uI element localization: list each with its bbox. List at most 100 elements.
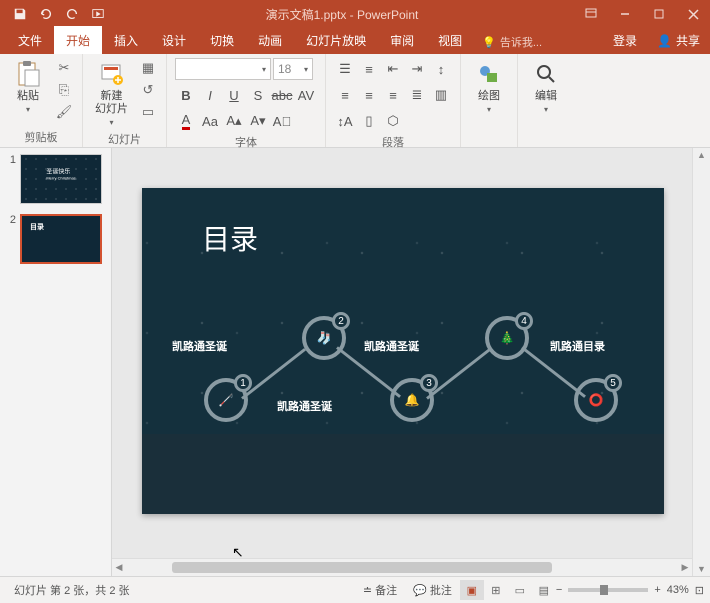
tab-view[interactable]: 视图 bbox=[426, 26, 474, 54]
layout-button[interactable]: ▦ bbox=[138, 58, 158, 78]
tab-insert[interactable]: 插入 bbox=[102, 26, 150, 54]
node-2[interactable]: 🧦 2 bbox=[302, 316, 346, 360]
tab-file[interactable]: 文件 bbox=[6, 26, 54, 54]
editing-button[interactable]: 编辑 ▾ bbox=[526, 58, 566, 116]
node-label-2[interactable]: 凯路通圣诞 bbox=[277, 398, 332, 414]
justify-button[interactable]: ≣ bbox=[406, 84, 428, 106]
bullets-button[interactable]: ☰ bbox=[334, 58, 356, 80]
minimize-button[interactable] bbox=[608, 0, 642, 28]
decrease-font-button[interactable]: A▾ bbox=[247, 110, 269, 132]
columns-button[interactable]: ▥ bbox=[430, 84, 452, 106]
comments-button[interactable]: 💬 批注 bbox=[405, 582, 460, 598]
horizontal-scrollbar[interactable]: ◀ ▶ bbox=[112, 558, 692, 576]
align-center-button[interactable]: ≡ bbox=[358, 84, 380, 106]
text-direction-button[interactable]: ↕A bbox=[334, 110, 356, 132]
share-button[interactable]: 👤共享 bbox=[647, 26, 710, 54]
node-label-4[interactable]: 凯路通目录 bbox=[550, 338, 605, 354]
increase-indent-button[interactable]: ⇥ bbox=[406, 58, 428, 80]
scroll-down-button[interactable]: ▼ bbox=[693, 562, 710, 576]
window-controls bbox=[574, 0, 710, 28]
save-button[interactable] bbox=[8, 3, 32, 25]
tab-design[interactable]: 设计 bbox=[150, 26, 198, 54]
section-button[interactable]: ▭ bbox=[138, 102, 158, 122]
slide-thumbnail-2[interactable]: 2 目录 bbox=[4, 214, 107, 264]
tell-me-button[interactable]: 💡告诉我... bbox=[474, 34, 550, 54]
align-left-button[interactable]: ≡ bbox=[334, 84, 356, 106]
increase-font-button[interactable]: A▴ bbox=[223, 110, 245, 132]
align-text-button[interactable]: ▯ bbox=[358, 110, 380, 132]
scroll-up-button[interactable]: ▲ bbox=[693, 148, 710, 162]
thumbnail-panel: 1 圣诞快乐Merry Christmas 2 目录 bbox=[0, 148, 112, 576]
close-button[interactable] bbox=[676, 0, 710, 28]
slide-title[interactable]: 目录 bbox=[202, 218, 258, 258]
line-spacing-button[interactable]: ↕ bbox=[430, 58, 452, 80]
font-color-button[interactable]: A bbox=[175, 110, 197, 132]
reset-button[interactable]: ↺ bbox=[138, 80, 158, 100]
zoom-level[interactable]: 43% bbox=[667, 584, 689, 596]
start-from-beginning-button[interactable] bbox=[86, 3, 110, 25]
vertical-scrollbar[interactable]: ▲ ▼ bbox=[692, 148, 710, 576]
node-label-1[interactable]: 凯路通圣诞 bbox=[172, 338, 227, 354]
undo-button[interactable] bbox=[34, 3, 58, 25]
ribbon-options-button[interactable] bbox=[574, 0, 608, 28]
scroll-right-button[interactable]: ▶ bbox=[678, 559, 692, 576]
paste-button[interactable]: 粘贴 ▾ bbox=[8, 58, 48, 116]
reading-view-button[interactable]: ▭ bbox=[508, 580, 532, 600]
smartart-button[interactable]: ⬡ bbox=[382, 110, 404, 132]
lightbulb-icon: 💡 bbox=[482, 36, 496, 49]
node-3[interactable]: 🔔 3 bbox=[390, 378, 434, 422]
maximize-button[interactable] bbox=[642, 0, 676, 28]
copy-button[interactable]: ⎘ bbox=[54, 80, 74, 100]
group-label: 幻灯片 bbox=[91, 129, 158, 147]
slide-canvas-area[interactable]: 目录 🦯 1 🧦 2 🔔 3 🎄 4 bbox=[112, 148, 710, 576]
clear-formatting-button[interactable]: A⃠ bbox=[271, 110, 293, 132]
zoom-out-button[interactable]: − bbox=[556, 584, 562, 596]
slideshow-view-button[interactable]: ▤ bbox=[532, 580, 556, 600]
slide[interactable]: 目录 🦯 1 🧦 2 🔔 3 🎄 4 bbox=[142, 188, 664, 514]
status-bar: 幻灯片 第 2 张，共 2 张 ≐ 备注 💬 批注 ▣ ⊞ ▭ ▤ − + 43… bbox=[0, 576, 710, 603]
zoom-slider[interactable] bbox=[568, 588, 648, 592]
notes-button[interactable]: ≐ 备注 bbox=[355, 582, 405, 598]
node-1[interactable]: 🦯 1 bbox=[204, 378, 248, 422]
italic-button[interactable]: I bbox=[199, 84, 221, 106]
zoom-in-button[interactable]: + bbox=[654, 584, 660, 596]
font-name-combo[interactable]: ▾ bbox=[175, 58, 271, 80]
node-4[interactable]: 🎄 4 bbox=[485, 316, 529, 360]
scroll-thumb[interactable] bbox=[172, 562, 552, 573]
normal-view-button[interactable]: ▣ bbox=[460, 580, 484, 600]
node-label-3[interactable]: 凯路通圣诞 bbox=[364, 338, 419, 354]
tab-transition[interactable]: 切换 bbox=[198, 26, 246, 54]
bold-button[interactable]: B bbox=[175, 84, 197, 106]
underline-button[interactable]: U bbox=[223, 84, 245, 106]
tab-slideshow[interactable]: 幻灯片放映 bbox=[294, 26, 378, 54]
format-painter-button[interactable]: 🖌 bbox=[54, 102, 74, 122]
quick-access-toolbar bbox=[0, 3, 110, 25]
character-spacing-button[interactable]: AV bbox=[295, 84, 317, 106]
redo-button[interactable] bbox=[60, 3, 84, 25]
new-slide-button[interactable]: 新建 幻灯片 ▾ bbox=[91, 58, 132, 129]
fit-to-window-button[interactable]: ⊡ bbox=[695, 584, 704, 597]
font-size-combo[interactable]: 18▾ bbox=[273, 58, 313, 80]
sorter-view-button[interactable]: ⊞ bbox=[484, 580, 508, 600]
login-button[interactable]: 登录 bbox=[603, 26, 647, 54]
slide-thumbnail-1[interactable]: 1 圣诞快乐Merry Christmas bbox=[4, 154, 107, 204]
group-drawing: 绘图 ▾ bbox=[461, 54, 518, 147]
tab-home[interactable]: 开始 bbox=[54, 26, 102, 54]
tab-animation[interactable]: 动画 bbox=[246, 26, 294, 54]
strikethrough-button[interactable]: abc bbox=[271, 84, 293, 106]
group-slides: 新建 幻灯片 ▾ ▦ ↺ ▭ 幻灯片 bbox=[83, 54, 167, 147]
align-right-button[interactable]: ≡ bbox=[382, 84, 404, 106]
tab-review[interactable]: 审阅 bbox=[378, 26, 426, 54]
cut-button[interactable]: ✂ bbox=[54, 58, 74, 78]
shadow-button[interactable]: S bbox=[247, 84, 269, 106]
bell-icon: 🔔 bbox=[405, 393, 420, 407]
slide-counter[interactable]: 幻灯片 第 2 张，共 2 张 bbox=[6, 582, 138, 598]
node-5[interactable]: ⭕ 5 bbox=[574, 378, 618, 422]
group-font: ▾ 18▾ B I U S abc AV A Aa A▴ A▾ A⃠ bbox=[167, 54, 326, 147]
change-case-button[interactable]: Aa bbox=[199, 110, 221, 132]
decrease-indent-button[interactable]: ⇤ bbox=[382, 58, 404, 80]
scroll-left-button[interactable]: ◀ bbox=[112, 559, 126, 576]
numbering-button[interactable]: ≡ bbox=[358, 58, 380, 80]
drawing-button[interactable]: 绘图 ▾ bbox=[469, 58, 509, 116]
find-icon bbox=[532, 60, 560, 88]
